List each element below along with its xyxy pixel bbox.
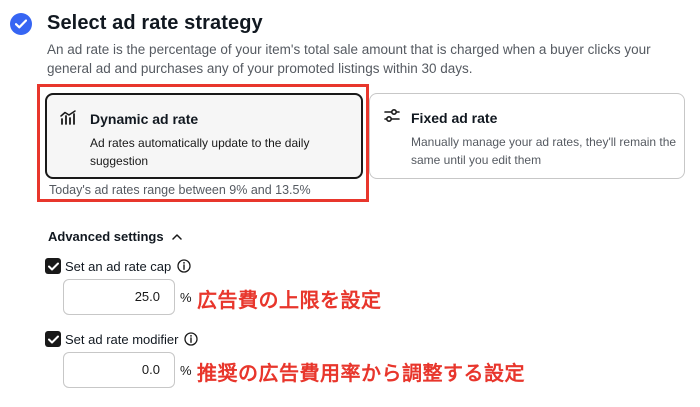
fixed-ad-rate-description: Manually manage your ad rates, they'll r… [411, 135, 677, 167]
fixed-ad-rate-option[interactable]: Fixed ad rate Manually manage your ad ra… [369, 93, 685, 179]
cap-annotation: 広告費の上限を設定 [197, 288, 382, 312]
sliders-icon [384, 108, 400, 123]
info-icon[interactable] [184, 332, 199, 346]
ad-rate-modifier-checkbox[interactable] [45, 331, 61, 347]
ad-rate-modifier-label: Set ad rate modifier [65, 331, 179, 347]
ad-rate-cap-checkbox[interactable] [45, 258, 61, 274]
ad-rate-cap-unit: % [180, 290, 192, 305]
section-title: Select ad rate strategy [47, 12, 263, 34]
ad-rate-cap-row: Set an ad rate cap [45, 258, 191, 274]
ad-rate-cap-input[interactable]: 25.0 [63, 279, 175, 315]
ad-rate-modifier-unit: % [180, 363, 192, 378]
advanced-settings-toggle[interactable]: Advanced settings [48, 229, 182, 244]
chevron-up-icon [171, 234, 182, 240]
step-complete-check-icon [10, 13, 32, 35]
modifier-annotation: 推奨の広告費用率から調整する設定 [197, 361, 525, 385]
advanced-settings-label: Advanced settings [48, 229, 164, 244]
ad-rate-modifier-row: Set ad rate modifier [45, 331, 199, 347]
annotation-highlight-box [37, 84, 369, 202]
section-description: An ad rate is the percentage of your ite… [47, 42, 651, 76]
ad-rate-modifier-input[interactable]: 0.0 [63, 352, 175, 388]
ad-rate-cap-label: Set an ad rate cap [65, 258, 172, 274]
info-icon[interactable] [177, 259, 191, 273]
fixed-ad-rate-title: Fixed ad rate [411, 110, 498, 126]
